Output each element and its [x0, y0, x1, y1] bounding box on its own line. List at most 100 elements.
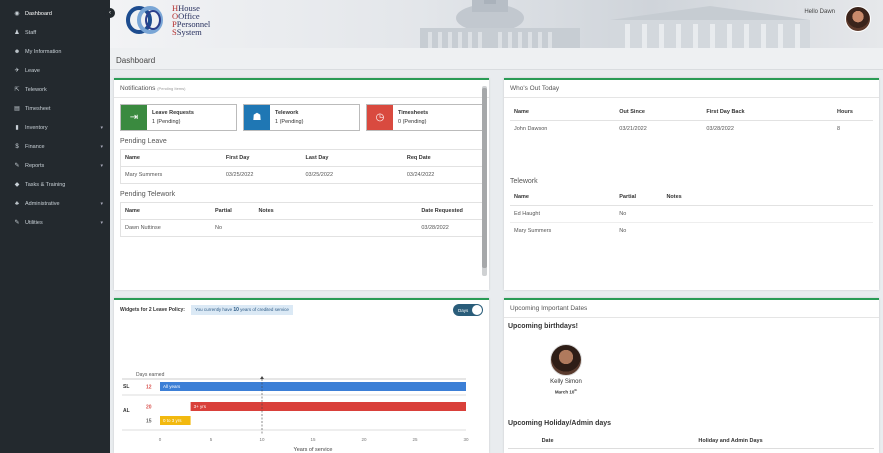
- leave-policy-widget: Widgets for 2 Leave Policy: You currentl…: [114, 298, 489, 453]
- dollar-icon: $: [15, 143, 19, 150]
- sidebar-item-label: Administrative: [25, 200, 60, 207]
- x-tick-label: 20: [361, 437, 367, 442]
- chart-group-label: SL: [123, 384, 129, 390]
- toggle-knob: [472, 305, 482, 315]
- column-header: Notes: [254, 202, 418, 220]
- sidebar-item-staff[interactable]: ♟ Staff: [0, 23, 110, 42]
- table-cell: Mary Summers: [510, 222, 616, 239]
- notification-card-text: Telework 1 (Pending): [270, 105, 308, 130]
- table-row[interactable]: Mary Summers 03/25/2022 03/25/2022 03/24/20…: [120, 166, 483, 184]
- sidebar-item-label: Tasks & Training: [25, 181, 66, 188]
- pending-leave-title: Pending Leave: [120, 138, 167, 145]
- table-row[interactable]: Ed Haught No: [510, 205, 873, 223]
- pending-leave-table: Name First Day Last Day Req Date Mary Summe…: [120, 149, 483, 184]
- table-cell: [254, 219, 418, 237]
- holiday-col-name: Holiday and Admin Days: [587, 434, 874, 449]
- sidebar-item-reports[interactable]: ✎ Reports ▾: [0, 156, 110, 175]
- table-cell: Ed Haught: [510, 205, 616, 223]
- sidebar-item-telework[interactable]: ⇱ Telework: [0, 80, 110, 99]
- sidebar-item-timesheet[interactable]: ▤ Timesheet: [0, 99, 110, 118]
- sidebar-item-inventory[interactable]: ▮ Inventory ▾: [0, 118, 110, 137]
- chart-days-label: 15: [146, 419, 152, 425]
- column-header: Name: [120, 202, 211, 220]
- sidebar-item-my-information[interactable]: ☻ My Information: [0, 42, 110, 61]
- chevron-down-icon: ▾: [100, 162, 103, 169]
- holiday-table: Date Holiday and Admin Days: [508, 434, 874, 449]
- column-header: Out Since: [615, 104, 703, 121]
- leave-policy-title: Widgets for 2 Leave Policy:: [120, 307, 185, 313]
- bar-chart-icon: ▮: [15, 125, 19, 131]
- notification-card-title: Leave Requests: [152, 110, 194, 116]
- table-row[interactable]: John Dawson 03/21/2022 03/28/2022 8: [510, 120, 873, 137]
- x-tick-label: 10: [259, 437, 265, 442]
- table-cell: 03/28/2022: [417, 219, 483, 237]
- table-cell: Dawn Nuttinse: [120, 219, 211, 237]
- user-avatar[interactable]: [845, 6, 871, 32]
- chevron-down-icon: ▾: [100, 124, 103, 131]
- sidebar-item-label: Dashboard: [25, 10, 52, 17]
- column-header: Hours: [833, 104, 873, 121]
- chevron-down-icon: ▾: [100, 200, 103, 207]
- sidebar-item-leave[interactable]: ✈ Leave: [0, 61, 110, 80]
- notifications-scroll-thumb[interactable]: [482, 88, 487, 268]
- notification-card-telework[interactable]: ☗ Telework 1 (Pending): [243, 104, 360, 131]
- notification-card-title: Telework: [275, 110, 299, 116]
- table-cell: 03/25/2022: [221, 166, 302, 184]
- birthday-date-text: March 10: [554, 389, 575, 395]
- sidebar-item-tasks-training[interactable]: ◆ Tasks & Training: [0, 175, 110, 194]
- notifications-title-text: Notifications: [120, 85, 156, 92]
- birthday-person-name: Kelly Simon: [550, 379, 582, 385]
- sidebar-item-dashboard[interactable]: ◉ Dashboard: [0, 4, 110, 23]
- sidebar-item-administrative[interactable]: ♣ Administrative ▾: [0, 194, 110, 213]
- table-cell: 03/24/2022: [402, 166, 483, 184]
- telework-today-header-row: Name Partial Notes: [510, 189, 873, 206]
- chevron-down-icon: ▾: [100, 143, 103, 150]
- birthday-person-date: March 10th: [534, 388, 598, 395]
- whos-out-table: Name Out Since First Day Back Hours John Da…: [510, 104, 873, 137]
- column-header: Date Requested: [417, 202, 483, 220]
- chart-days-label: 12: [146, 385, 152, 391]
- greeting: Hello Dawn: [804, 9, 835, 15]
- pending-telework-table: Name Partial Notes Date Requested Dawn Nutt…: [120, 202, 483, 237]
- sidebar-item-finance[interactable]: $ Finance ▾: [0, 137, 110, 156]
- column-header: Req Date: [402, 149, 483, 167]
- table-row[interactable]: Dawn Nuttinse No 03/28/2022: [120, 219, 483, 237]
- logo-text: HHouse OOffice PPersonnel SSystem: [172, 3, 211, 37]
- sidebar-item-label: Telework: [25, 86, 47, 93]
- collapse-sidebar-button[interactable]: ‹: [105, 8, 115, 18]
- birthday-date-suffix: th: [574, 388, 578, 392]
- app-logo[interactable]: HHouse OOffice PPersonnel SSystem: [126, 4, 210, 36]
- chart-bar-label: 0 to 3 yrs: [163, 418, 182, 423]
- plane-icon: ✈: [14, 68, 20, 74]
- table-cell: Mary Summers: [120, 166, 222, 184]
- table-cell: 8: [833, 120, 873, 137]
- chart-bar-label: All years: [163, 384, 181, 389]
- note-prefix: You currently have: [194, 307, 234, 312]
- column-header: Partial: [211, 202, 255, 220]
- logo-line-4: System: [176, 27, 202, 37]
- sidebar-item-label: Reports: [25, 162, 45, 169]
- notification-card-title: Timesheets: [398, 110, 429, 116]
- column-header: Notes: [662, 189, 873, 206]
- x-axis-label: Years of service: [294, 447, 333, 453]
- clock-icon: ◷: [367, 105, 393, 130]
- notification-card-leave-requests[interactable]: ⇥ Leave Requests 1 (Pending): [120, 104, 237, 131]
- table-row[interactable]: Mary Summers No: [510, 222, 873, 239]
- sidebar-item-label: Inventory: [25, 124, 48, 131]
- sidebar-item-utilities[interactable]: ✎ Utilities ▾: [0, 213, 110, 232]
- birthdays-title: Upcoming birthdays!: [508, 323, 579, 330]
- column-header: First Day Back: [702, 104, 834, 121]
- whos-out-header-row: Name Out Since First Day Back Hours: [510, 104, 873, 121]
- notification-card-count: 1 (Pending): [152, 119, 181, 125]
- sidebar-item-label: Utilities: [25, 219, 43, 226]
- person-icon: ♟: [14, 30, 20, 36]
- admin-users-icon: ♣: [15, 200, 19, 207]
- notification-card-timesheets[interactable]: ◷ Timesheets 0 (Pending): [366, 104, 483, 131]
- leave-accrual-chart: Days earned SL 12 All years AL 20 3+ yrs 15 0 to…: [122, 372, 469, 453]
- table-cell: No: [615, 205, 663, 223]
- table-cell: 03/21/2022: [615, 120, 703, 137]
- column-header: Name: [510, 104, 616, 121]
- days-toggle[interactable]: Days: [453, 304, 483, 316]
- chart-bar: [190, 402, 466, 411]
- page-title: Dashboard: [116, 56, 156, 65]
